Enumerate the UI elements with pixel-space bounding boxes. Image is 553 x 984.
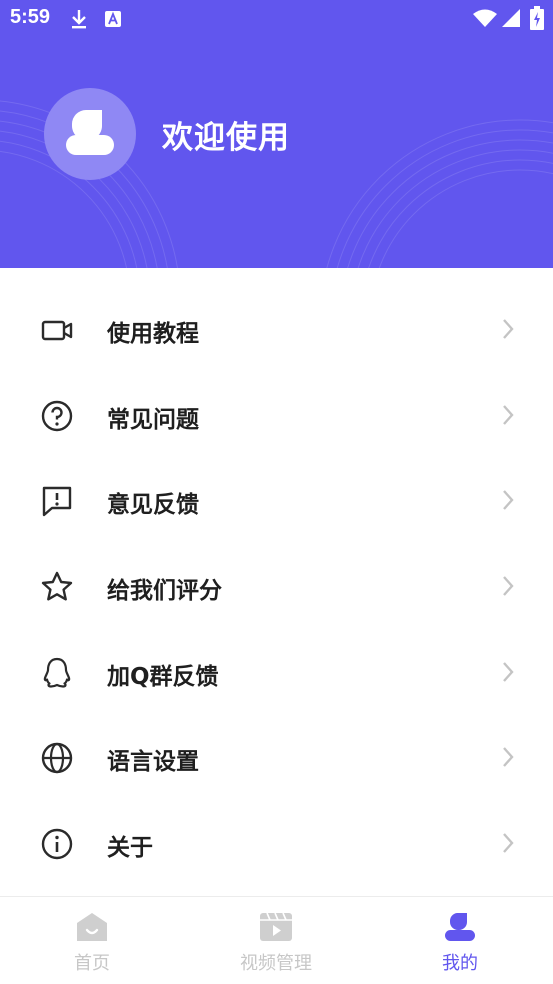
nav-label: 我的 <box>442 953 478 974</box>
a-badge-icon <box>105 11 121 27</box>
chevron-right-icon <box>503 661 514 682</box>
menu-item-label: 加Q群反馈 <box>107 663 219 690</box>
welcome-title: 欢迎使用 <box>162 120 290 156</box>
chevron-right-icon <box>503 747 514 768</box>
menu-item-label: 给我们评分 <box>107 578 222 605</box>
menu-item-rate-us[interactable]: 给我们评分 <box>0 543 553 629</box>
chevron-right-icon <box>503 576 514 596</box>
menu-item-label: 意见反馈 <box>107 492 199 519</box>
menu-item-faq[interactable]: 常见问题 <box>0 372 553 458</box>
menu-item-feedback[interactable]: 意见反馈 <box>0 457 553 543</box>
nav-mine[interactable]: 我的 <box>368 897 552 984</box>
qq-icon <box>43 657 71 688</box>
home-icon <box>77 913 107 941</box>
profile-header: 5:59 欢迎使用 <box>0 0 553 268</box>
settings-menu: 使用教程 常见问题 意见反馈 给我们评分 加Q群反馈 语言设置 关于 <box>0 286 553 886</box>
menu-item-label: 使用教程 <box>107 321 199 347</box>
feedback-message-icon <box>42 487 72 517</box>
avatar[interactable] <box>44 88 136 180</box>
chevron-right-icon <box>503 490 514 511</box>
chevron-right-icon <box>503 833 514 853</box>
profile-icon <box>445 913 475 941</box>
bottom-navigation: 首页 视频管理 我的 <box>0 897 553 984</box>
nav-home[interactable]: 首页 <box>0 897 184 984</box>
cell-signal-icon <box>502 9 520 27</box>
nav-label: 视频管理 <box>240 953 312 974</box>
battery-charging-icon <box>530 6 544 30</box>
video-manage-icon <box>260 912 292 941</box>
nav-label: 首页 <box>74 953 110 974</box>
menu-item-label: 常见问题 <box>107 406 199 433</box>
status-time: 5:59 <box>10 6 51 28</box>
nav-video-manage[interactable]: 视频管理 <box>184 897 368 984</box>
menu-item-about[interactable]: 关于 <box>0 800 553 886</box>
star-icon <box>41 571 73 601</box>
menu-item-label: 语言设置 <box>107 749 199 776</box>
download-icon <box>72 10 86 29</box>
chevron-right-icon <box>503 319 514 339</box>
menu-item-label: 关于 <box>107 835 153 862</box>
wifi-icon <box>473 9 497 27</box>
status-bar: 5:59 <box>0 0 553 36</box>
info-circle-icon <box>41 828 73 860</box>
video-camera-icon <box>41 320 73 341</box>
user-avatar-icon <box>66 110 114 155</box>
menu-item-language[interactable]: 语言设置 <box>0 714 553 800</box>
chevron-right-icon <box>503 404 514 425</box>
question-circle-icon <box>41 400 73 431</box>
menu-item-qq-group[interactable]: 加Q群反馈 <box>0 629 553 715</box>
globe-icon <box>41 743 73 774</box>
menu-item-tutorial[interactable]: 使用教程 <box>0 286 553 372</box>
